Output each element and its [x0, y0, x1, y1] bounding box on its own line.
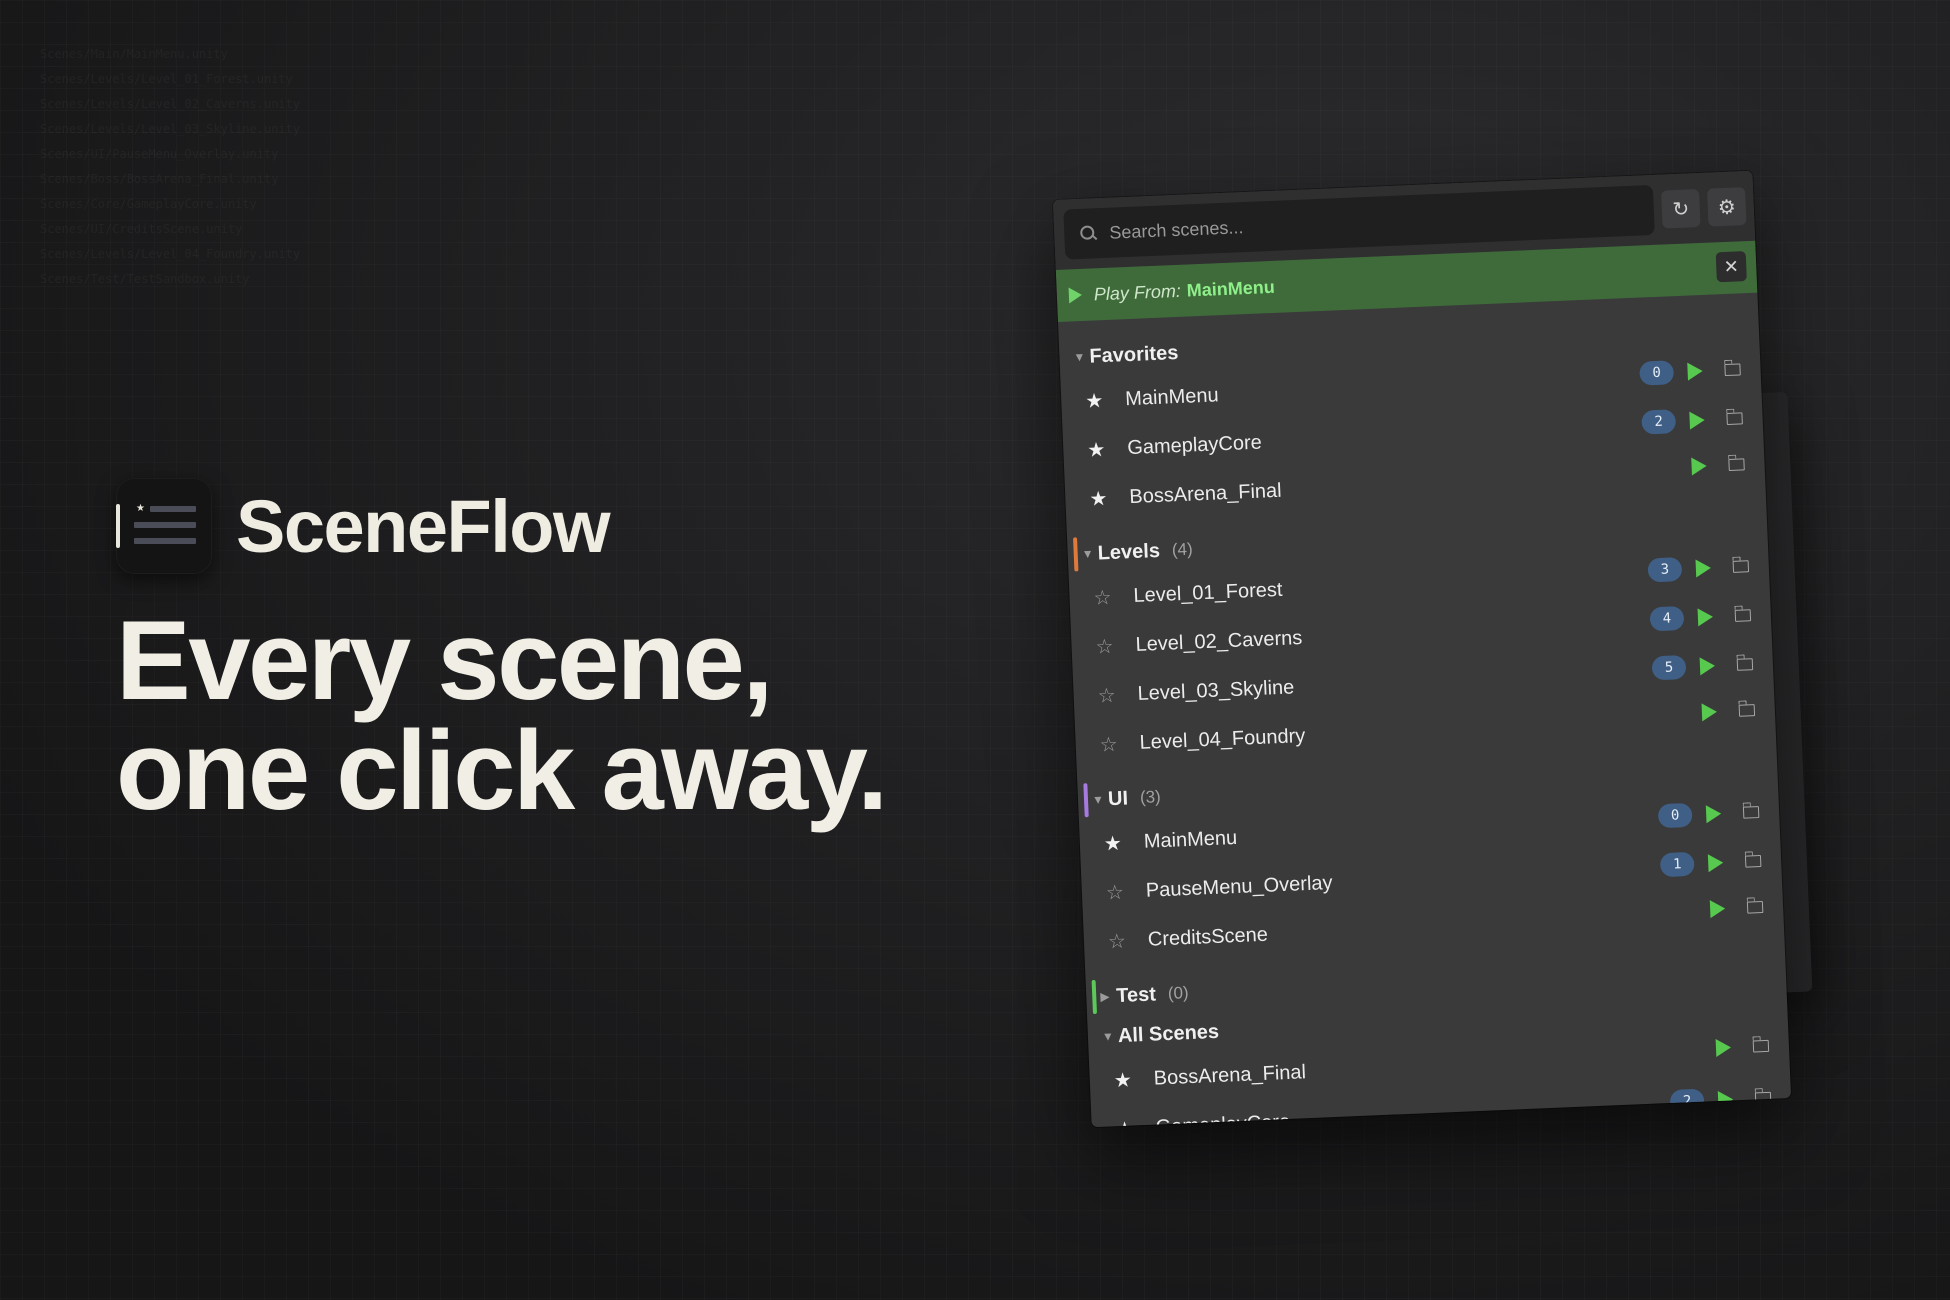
scene-name: Level_01_Forest	[1133, 578, 1283, 608]
scene-list: ▼ Favorites ★ MainMenu 0 ★ GameplayCore …	[1058, 293, 1791, 1127]
close-button[interactable]: ✕	[1715, 251, 1747, 283]
scene-index-badge: 1	[1659, 851, 1695, 878]
scene-name: BossArena_Final	[1128, 479, 1283, 509]
refresh-button[interactable]: ↻	[1661, 188, 1701, 229]
scene-index-badge: 5	[1651, 654, 1687, 681]
group-count: (4)	[1171, 539, 1194, 560]
star-outline-icon[interactable]: ☆	[1095, 633, 1136, 660]
star-filled-icon[interactable]: ★	[1089, 485, 1130, 512]
play-scene-icon[interactable]	[1689, 410, 1706, 430]
folder-icon[interactable]	[1728, 458, 1745, 471]
play-scene-icon[interactable]	[1705, 804, 1722, 824]
headline: Every scene, one click away.	[116, 598, 888, 833]
folder-icon[interactable]	[1742, 806, 1760, 819]
app-logo-icon: ★	[116, 478, 212, 574]
scene-name: MainMenu	[1124, 384, 1220, 411]
folder-icon[interactable]	[1746, 900, 1764, 914]
star-outline-icon[interactable]: ☆	[1107, 928, 1148, 955]
refresh-icon: ↻	[1671, 197, 1690, 221]
play-scene-icon[interactable]	[1699, 656, 1716, 676]
folder-icon[interactable]	[1732, 560, 1750, 573]
play-scene-icon[interactable]	[1707, 853, 1724, 873]
play-from-label: Play From:	[1093, 280, 1182, 304]
scene-name: Level_02_Caverns	[1135, 627, 1303, 656]
gear-icon: ⚙	[1717, 195, 1737, 219]
play-scene-icon[interactable]	[1695, 558, 1712, 578]
settings-button[interactable]: ⚙	[1706, 187, 1747, 227]
group-count: (3)	[1139, 787, 1162, 807]
star-outline-icon[interactable]: ☆	[1105, 879, 1146, 906]
folder-icon[interactable]	[1744, 854, 1762, 868]
stage: Scenes/Main/MainMenu.unityScenes/Levels/…	[0, 0, 1950, 1300]
brand: ★ SceneFlow	[116, 478, 611, 574]
play-scene-icon[interactable]	[1687, 362, 1703, 381]
scene-name: Level_03_Skyline	[1137, 676, 1295, 705]
group-name: All Scenes	[1117, 1020, 1220, 1047]
search-input[interactable]	[1106, 198, 1655, 245]
headline-line-1: Every scene,	[116, 598, 773, 723]
scene-name: BossArena_Final	[1153, 1061, 1307, 1090]
chevron-down-icon: ▼	[1101, 1029, 1115, 1044]
scene-name: MainMenu	[1143, 826, 1238, 853]
scene-name: PauseMenu_Overlay	[1145, 871, 1333, 902]
chevron-down-icon: ▼	[1091, 792, 1105, 807]
star-filled-icon[interactable]: ★	[1087, 436, 1128, 463]
chevron-down-icon: ▼	[1081, 546, 1094, 562]
background-code: Scenes/Main/MainMenu.unityScenes/Levels/…	[40, 42, 300, 292]
chevron-right-icon: ▶	[1099, 989, 1110, 1004]
search-icon	[1080, 225, 1096, 242]
play-icon	[1068, 286, 1083, 304]
scene-index-badge: 0	[1657, 802, 1693, 829]
play-scene-icon[interactable]	[1691, 456, 1707, 476]
star-filled-icon[interactable]: ★	[1103, 830, 1144, 857]
chevron-down-icon: ▼	[1073, 349, 1086, 365]
group-name: Test	[1115, 982, 1157, 1007]
scene-name: CreditsScene	[1147, 923, 1269, 951]
group-count: (0)	[1167, 983, 1190, 1003]
scene-index-badge: 4	[1649, 606, 1685, 632]
scene-index-badge: 3	[1647, 557, 1683, 583]
close-icon: ✕	[1723, 255, 1740, 277]
star-filled-icon[interactable]: ★	[1113, 1067, 1154, 1094]
scene-panel: ↻ ⚙ Play From: MainMenu ✕ ▼ Favorites ★ …	[1052, 170, 1792, 1128]
star-outline-icon[interactable]: ☆	[1093, 584, 1134, 611]
folder-icon[interactable]	[1726, 412, 1743, 426]
group-name: Levels	[1097, 539, 1161, 564]
folder-icon[interactable]	[1752, 1039, 1770, 1053]
play-from-scene: MainMenu	[1186, 276, 1276, 301]
folder-icon[interactable]	[1736, 658, 1754, 671]
group-color-accent	[1073, 537, 1079, 572]
scene-name: GameplayCore	[1126, 431, 1263, 460]
group-color-accent	[1083, 783, 1089, 818]
folder-icon[interactable]	[1738, 704, 1756, 717]
brand-name: SceneFlow	[236, 484, 611, 568]
group-color-accent	[1091, 979, 1097, 1015]
star-outline-icon[interactable]: ☆	[1097, 682, 1138, 709]
play-scene-icon[interactable]	[1701, 702, 1718, 722]
folder-icon[interactable]	[1724, 363, 1741, 377]
play-scene-icon[interactable]	[1715, 1038, 1732, 1058]
scene-name: Level_04_Foundry	[1139, 724, 1306, 754]
group-name: UI	[1107, 786, 1129, 810]
play-scene-icon[interactable]	[1709, 899, 1726, 919]
folder-icon[interactable]	[1734, 609, 1752, 622]
play-scene-icon[interactable]	[1697, 607, 1714, 627]
scene-index-badge: 0	[1639, 360, 1675, 386]
star-outline-icon[interactable]: ☆	[1099, 731, 1140, 758]
group-name: Favorites	[1088, 341, 1179, 368]
scene-index-badge: 2	[1641, 409, 1677, 435]
star-filled-icon[interactable]: ★	[1085, 387, 1126, 414]
headline-line-2: one click away.	[116, 708, 888, 833]
